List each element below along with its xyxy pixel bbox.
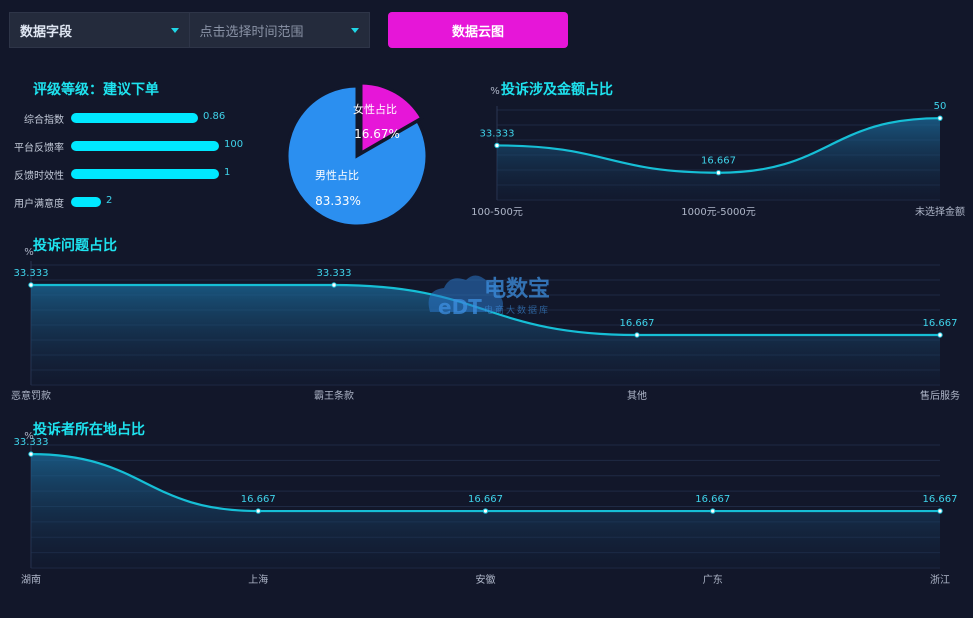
x-tick-label: 湖南 [21,573,41,586]
data-point [255,508,261,514]
pie-label: 男性占比 [315,168,359,182]
data-point [710,508,716,514]
y-unit-label: % [24,247,34,258]
x-tick-label: 广东 [703,573,723,586]
logo-mark: eDT [438,295,482,319]
data-point [937,115,943,121]
data-point [937,508,943,514]
x-tick-label: 未选择金额 [915,205,965,218]
y-unit-label: % [24,431,34,442]
pie-label: 女性占比 [353,102,397,116]
watermark-subtitle: 电商大数据库 [484,304,550,316]
data-label: 50 [934,101,947,112]
x-tick-label: 浙江 [930,574,950,586]
data-label: 16.667 [241,494,276,505]
x-tick-label: 安徽 [476,573,496,586]
watermark-brand: 电数宝 [484,276,550,302]
x-tick-label: 恶意罚款 [11,389,51,402]
data-label: 16.667 [695,494,730,505]
data-point [634,332,640,338]
data-label: 16.667 [923,494,958,505]
data-point [28,282,34,288]
data-label: 33.333 [317,268,352,279]
data-point [28,451,34,457]
data-point [937,332,943,338]
data-label: 16.667 [923,318,958,329]
data-label: 16.667 [620,318,655,329]
pie-value: 16.67% [354,127,400,141]
data-point [715,170,722,176]
data-point [482,508,489,514]
pie-value: 83.33% [315,194,361,208]
data-label: 33.333 [480,128,515,139]
x-tick-label: 售后服务 [920,389,960,402]
data-point [331,282,337,288]
data-label: 16.667 [701,156,736,167]
x-tick-label: 上海 [248,573,268,586]
x-tick-label: 1000元-5000元 [681,207,756,218]
data-point [494,142,500,149]
x-tick-label: 100-500元 [471,207,523,218]
x-tick-label: 其他 [627,389,647,402]
data-label: 33.333 [14,268,49,279]
data-label: 16.667 [468,494,503,505]
y-unit-label: % [490,86,500,97]
x-tick-label: 霸王条款 [314,389,354,402]
charts-canvas: 女性占比 16.67% 男性占比 83.33% 33.333 16.667 50 100-50… [11,81,965,586]
